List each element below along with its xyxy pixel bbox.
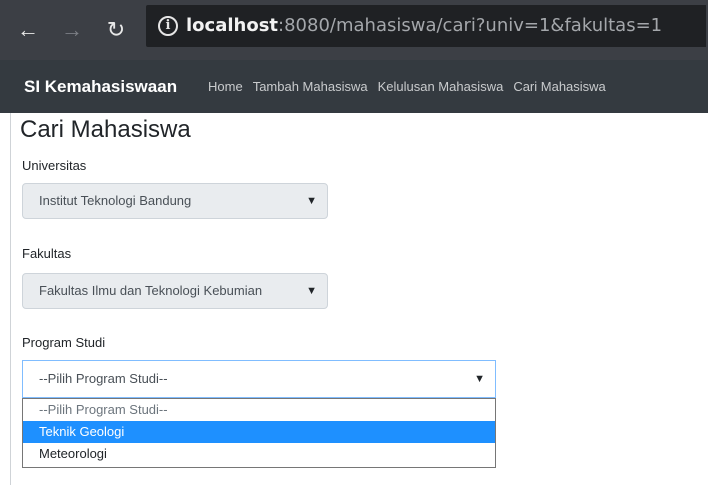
app-navbar: SI Kemahasiswaan Home Tambah Mahasiswa K… — [0, 60, 708, 113]
dropdown-option-highlighted[interactable]: Teknik Geologi — [23, 421, 495, 443]
universitas-label: Universitas — [22, 158, 87, 173]
nav-links: Home Tambah Mahasiswa Kelulusan Mahasisw… — [208, 60, 616, 113]
address-bar[interactable]: i localhost:8080/mahasiswa/cari?univ=1&f… — [146, 5, 706, 47]
back-arrow-icon[interactable]: ← — [14, 14, 42, 46]
program-studi-dropdown-list: --Pilih Program Studi-- Teknik Geologi M… — [22, 398, 496, 468]
program-studi-selected-value: --Pilih Program Studi-- — [39, 371, 168, 386]
content-border — [10, 113, 11, 485]
nav-link-tambah-mahasiswa[interactable]: Tambah Mahasiswa — [253, 60, 368, 113]
dropdown-arrow-icon: ▼ — [306, 195, 317, 207]
program-studi-label: Program Studi — [22, 335, 106, 350]
url-host: localhost — [186, 15, 279, 36]
nav-link-home[interactable]: Home — [208, 60, 243, 113]
browser-toolbar: ← → ↻ i localhost:8080/mahasiswa/cari?un… — [0, 0, 708, 60]
fakultas-selected-value: Fakultas Ilmu dan Teknologi Kebumian — [39, 283, 263, 298]
fakultas-select[interactable]: Fakultas Ilmu dan Teknologi Kebumian ▼ — [22, 273, 328, 309]
dropdown-arrow-icon: ▼ — [474, 373, 485, 385]
url-text: localhost:8080/mahasiswa/cari?univ=1&fak… — [186, 5, 662, 47]
reload-icon[interactable]: ↻ — [102, 14, 130, 46]
dropdown-arrow-icon: ▼ — [306, 285, 317, 297]
info-icon[interactable]: i — [158, 16, 178, 36]
forward-arrow-icon[interactable]: → — [58, 14, 86, 46]
brand-link[interactable]: SI Kemahasiswaan — [24, 60, 177, 113]
page-title: Cari Mahasiswa — [20, 116, 191, 143]
program-studi-select[interactable]: --Pilih Program Studi-- ▼ — [22, 360, 496, 398]
dropdown-option[interactable]: --Pilih Program Studi-- — [23, 399, 495, 421]
dropdown-option[interactable]: Meteorologi — [23, 443, 495, 465]
url-path: :8080/mahasiswa/cari?univ=1&fakultas=1 — [278, 15, 663, 36]
nav-link-cari-mahasiswa[interactable]: Cari Mahasiswa — [513, 60, 605, 113]
universitas-select[interactable]: Institut Teknologi Bandung ▼ — [22, 183, 328, 219]
nav-link-kelulusan-mahasiswa[interactable]: Kelulusan Mahasiswa — [378, 60, 504, 113]
universitas-selected-value: Institut Teknologi Bandung — [39, 193, 192, 208]
fakultas-label: Fakultas — [22, 246, 72, 261]
